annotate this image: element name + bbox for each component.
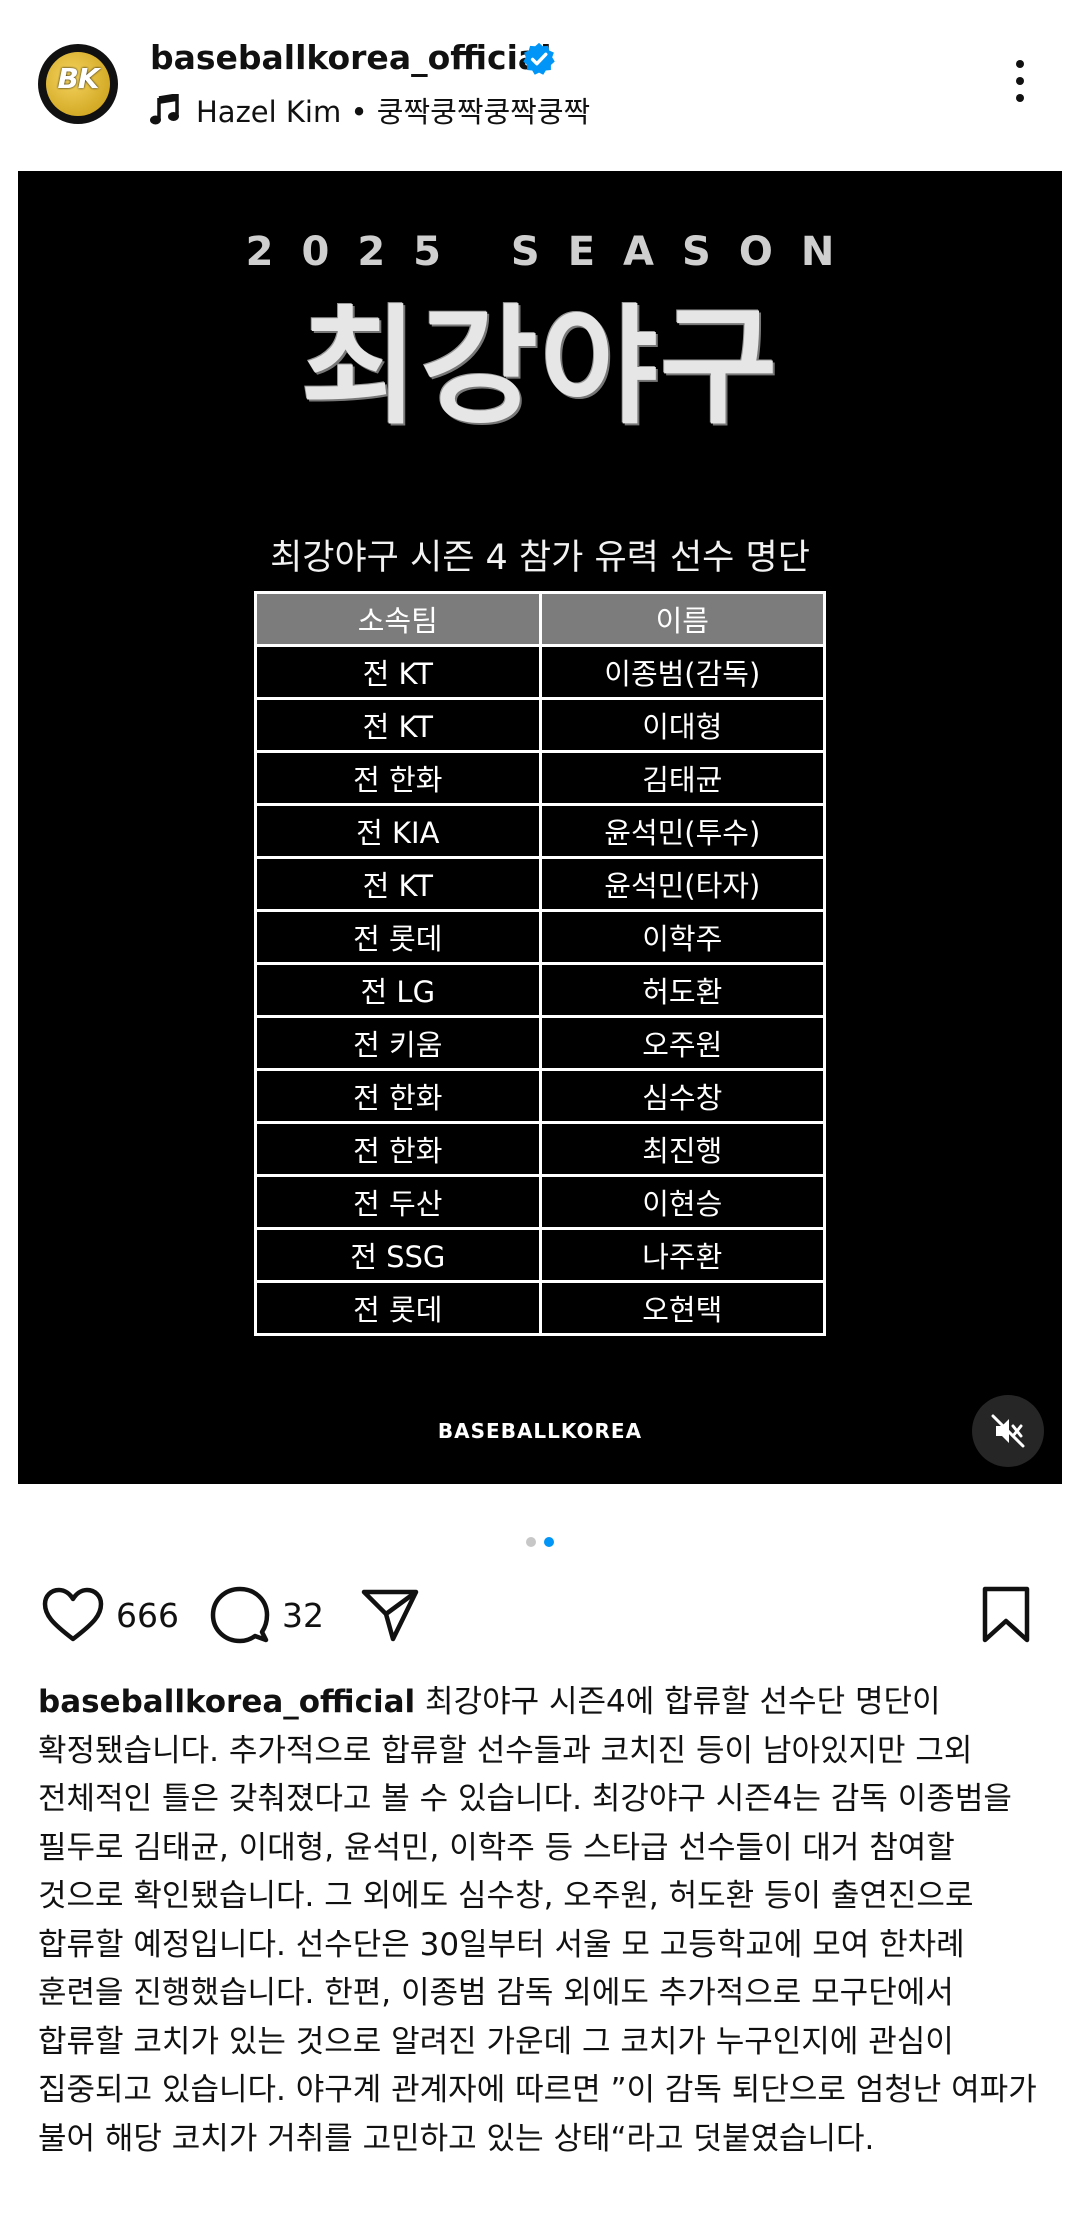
- music-note-icon: [150, 94, 179, 125]
- table-cell-name: 김태균: [538, 750, 827, 806]
- table-cell-team: 전 KT: [254, 697, 542, 753]
- table-header-team: 소속팀: [254, 591, 542, 647]
- table-row: 전 SSG 나주환: [254, 1227, 827, 1283]
- table-cell-team: 전 한화: [254, 1068, 542, 1124]
- avatar[interactable]: BK: [38, 44, 118, 124]
- send-icon: [361, 1589, 419, 1642]
- table-cell-team: 전 LG: [254, 962, 542, 1018]
- like-count: 666: [116, 1595, 179, 1635]
- brand-watermark: BASEBALLKOREA: [437, 1419, 643, 1443]
- table-cell-team: 전 롯데: [254, 909, 542, 965]
- table-row: 전 두산 이현승: [254, 1174, 827, 1230]
- table-cell-team: 전 한화: [254, 1121, 542, 1177]
- comment-button[interactable]: 32: [210, 1582, 324, 1648]
- more-options-icon[interactable]: [1006, 60, 1034, 108]
- table-cell-team: 전 KT: [254, 644, 542, 700]
- caption-text: 최강야구 시즌4에 합류할 선수단 명단이 확정됐습니다. 추가적으로 합류할 …: [38, 1684, 1037, 2157]
- media-title: 최강야구: [300, 293, 780, 442]
- avatar-logo-text: BK: [57, 62, 99, 95]
- table-row: 전 KT 이종범(감독): [254, 644, 827, 700]
- like-button[interactable]: 666: [42, 1582, 179, 1648]
- table-cell-name: 이학주: [538, 909, 827, 965]
- table-cell-name: 심수창: [538, 1068, 827, 1124]
- table-header-row: 소속팀 이름: [254, 591, 827, 647]
- table-cell-name: 최진행: [538, 1121, 827, 1177]
- table-row: 전 KT 이대형: [254, 697, 827, 753]
- music-text: Hazel Kim • 쿵짝쿵짝쿵짝쿵짝: [196, 95, 591, 129]
- table-row: 전 KT 윤석민(타자): [254, 856, 827, 912]
- speaker-muted-icon: [991, 1414, 1025, 1448]
- roster-table: 소속팀 이름 전 KT 이종범(감독) 전 KT 이대형 전 한화 김태균 전 KIA 윤석민…: [254, 591, 827, 1336]
- table-row: 전 한화 김태균: [254, 750, 827, 806]
- post-caption: baseballkorea_official 최강야구 시즌4에 합류할 선수단…: [38, 1678, 1048, 2163]
- table-cell-name: 이현승: [538, 1174, 827, 1230]
- music-attribution[interactable]: Hazel Kim • 쿵짝쿵짝쿵짝쿵짝: [150, 92, 591, 129]
- verified-badge-icon: [523, 42, 555, 75]
- save-button[interactable]: [980, 1582, 1032, 1648]
- carousel-dot-2-active: [544, 1537, 554, 1547]
- table-cell-team: 전 KT: [254, 856, 542, 912]
- table-cell-team: 전 KIA: [254, 803, 542, 859]
- post-username[interactable]: baseballkorea_official: [150, 38, 552, 77]
- table-row: 전 한화 최진행: [254, 1121, 827, 1177]
- table-header-name: 이름: [538, 591, 827, 647]
- table-cell-name: 이대형: [538, 697, 827, 753]
- mute-button[interactable]: [972, 1395, 1044, 1467]
- table-row: 전 롯데 오현택: [254, 1280, 827, 1336]
- table-cell-name: 나주환: [538, 1227, 827, 1283]
- table-cell-team: 전 키움: [254, 1015, 542, 1071]
- comment-icon: [210, 1586, 270, 1644]
- post-media[interactable]: 2025 SEASON 최강야구 최강야구 시즌 4 참가 유력 선수 명단 소…: [18, 171, 1062, 1484]
- share-button[interactable]: [360, 1582, 420, 1648]
- comment-count: 32: [282, 1595, 324, 1635]
- bookmark-icon: [982, 1586, 1030, 1643]
- table-cell-team: 전 SSG: [254, 1227, 542, 1283]
- roster-body: 전 KT 이종범(감독) 전 KT 이대형 전 한화 김태균 전 KIA 윤석민(투수) 전 K…: [254, 644, 827, 1336]
- caption-username[interactable]: baseballkorea_official: [38, 1684, 415, 1720]
- table-cell-name: 허도환: [538, 962, 827, 1018]
- table-cell-team: 전 롯데: [254, 1280, 542, 1336]
- table-row: 전 한화 심수창: [254, 1068, 827, 1124]
- carousel-dot-1: [526, 1537, 536, 1547]
- table-cell-name: 윤석민(투수): [538, 803, 827, 859]
- table-cell-name: 오주원: [538, 1015, 827, 1071]
- post-header: BK baseballkorea_official Hazel Kim • 쿵짝…: [0, 0, 1080, 170]
- table-cell-name: 이종범(감독): [538, 644, 827, 700]
- carousel-indicator: [0, 1537, 1080, 1551]
- table-row: 전 롯데 이학주: [254, 909, 827, 965]
- table-caption: 최강야구 시즌 4 참가 유력 선수 명단: [270, 538, 810, 578]
- table-row: 전 LG 허도환: [254, 962, 827, 1018]
- table-cell-name: 오현택: [538, 1280, 827, 1336]
- table-cell-name: 윤석민(타자): [538, 856, 827, 912]
- heart-icon: [42, 1587, 104, 1642]
- table-row: 전 키움 오주원: [254, 1015, 827, 1071]
- table-cell-team: 전 한화: [254, 750, 542, 806]
- table-row: 전 KIA 윤석민(투수): [254, 803, 827, 859]
- post-actions: 666 32: [0, 1582, 1080, 1652]
- table-cell-team: 전 두산: [254, 1174, 542, 1230]
